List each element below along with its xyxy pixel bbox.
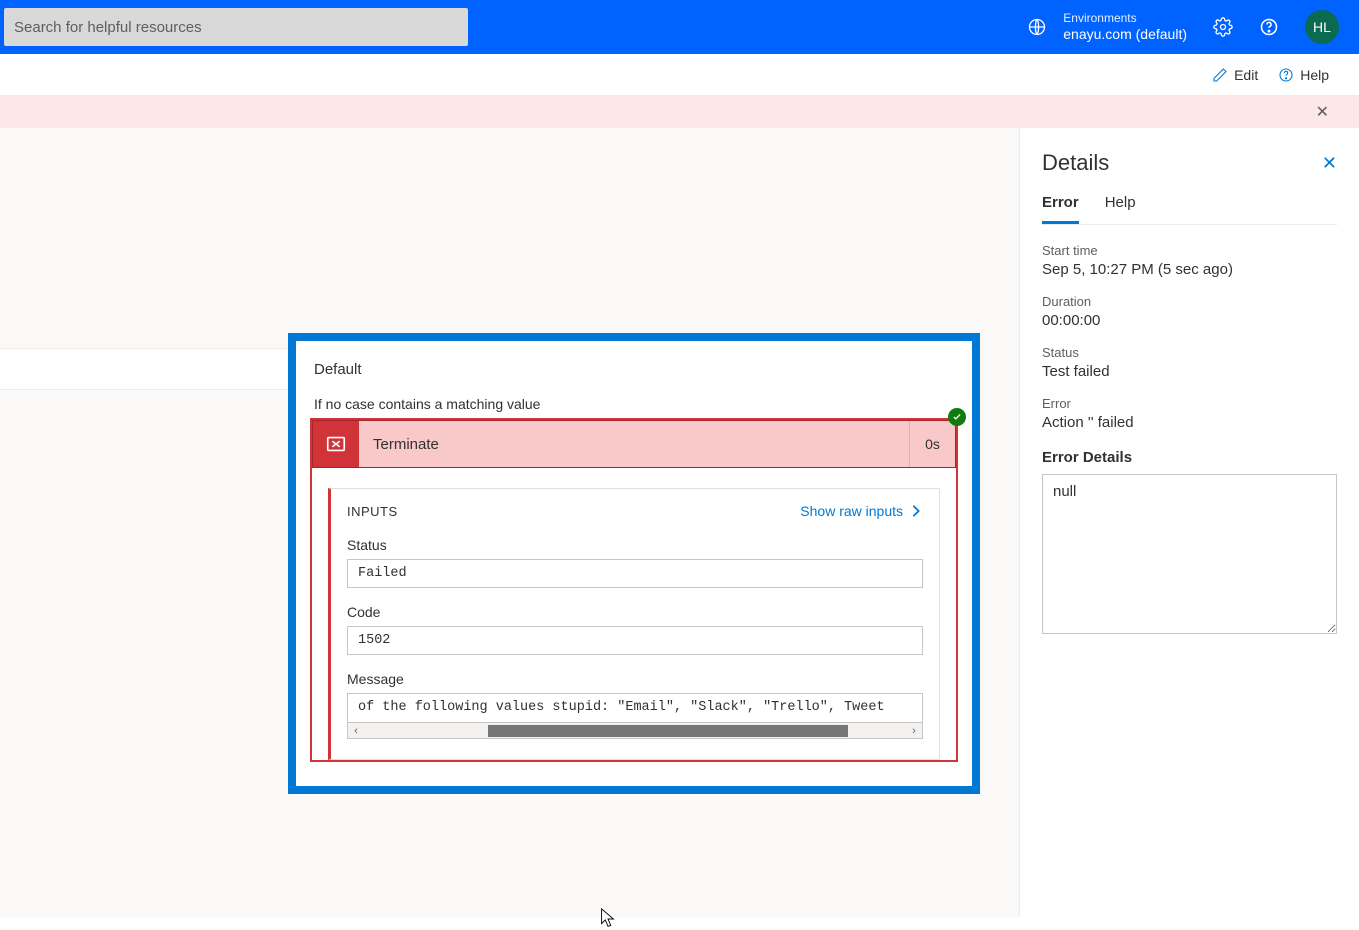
- command-bar: Edit Help: [0, 54, 1359, 96]
- edit-button[interactable]: Edit: [1212, 67, 1258, 83]
- search-container: [4, 8, 468, 46]
- terminate-title: Terminate: [359, 421, 909, 467]
- message-field-label: Message: [347, 671, 923, 687]
- environment-label: Environments: [1063, 11, 1187, 25]
- help-label: Help: [1300, 67, 1329, 83]
- error-ribbon: ✕: [0, 96, 1359, 128]
- terminate-duration: 0s: [909, 421, 955, 467]
- error-label: Error: [1042, 396, 1337, 411]
- start-time-value: Sep 5, 10:27 PM (5 sec ago): [1042, 261, 1337, 278]
- terminate-icon: [313, 421, 359, 467]
- terminate-header[interactable]: Terminate 0s: [312, 420, 956, 468]
- inputs-label: INPUTS: [347, 504, 398, 519]
- details-tabs: Error Help: [1042, 194, 1337, 225]
- error-value: Action '' failed: [1042, 414, 1337, 431]
- error-details-box[interactable]: null: [1042, 474, 1337, 634]
- run-status-label: Status: [1042, 345, 1337, 360]
- case-subtitle: If no case contains a matching value: [314, 396, 954, 412]
- switch-default-case: Default If no case contains a matching v…: [288, 333, 980, 794]
- code-field-label: Code: [347, 604, 923, 620]
- code-field-value[interactable]: 1502: [347, 626, 923, 655]
- message-scrollbar[interactable]: ‹ ›: [347, 723, 923, 739]
- help-circle-icon: [1278, 67, 1294, 83]
- top-right-cluster: Environments enayu.com (default) HL: [1027, 10, 1339, 44]
- pencil-icon: [1212, 67, 1228, 83]
- edit-label: Edit: [1234, 67, 1258, 83]
- error-details-label: Error Details: [1042, 449, 1337, 466]
- message-field-value[interactable]: of the following values stupid: "Email",…: [347, 693, 923, 723]
- show-raw-inputs-link[interactable]: Show raw inputs: [800, 503, 923, 519]
- duration-value: 00:00:00: [1042, 312, 1337, 329]
- run-status-value: Test failed: [1042, 363, 1337, 380]
- details-title: Details: [1042, 150, 1109, 176]
- success-badge-icon: [948, 408, 966, 426]
- raw-inputs-text: Show raw inputs: [800, 503, 903, 519]
- main-area: Default If no case contains a matching v…: [0, 128, 1359, 917]
- tab-help[interactable]: Help: [1105, 194, 1136, 224]
- settings-icon[interactable]: [1213, 17, 1233, 37]
- chevron-right-icon: [909, 504, 923, 518]
- environment-value: enayu.com (default): [1063, 26, 1187, 43]
- environment-text: Environments enayu.com (default): [1063, 11, 1187, 42]
- flow-canvas[interactable]: Default If no case contains a matching v…: [0, 128, 1019, 917]
- scrollbar-thumb[interactable]: [488, 725, 848, 737]
- mouse-cursor-icon: [600, 908, 616, 930]
- close-ribbon-icon[interactable]: ✕: [1316, 102, 1329, 122]
- details-pane: Details ✕ Error Help Start time Sep 5, 1…: [1019, 128, 1359, 917]
- status-field-value[interactable]: Failed: [347, 559, 923, 588]
- case-title: Default: [314, 361, 954, 378]
- avatar[interactable]: HL: [1305, 10, 1339, 44]
- globe-icon: [1027, 17, 1047, 37]
- start-time-label: Start time: [1042, 243, 1337, 258]
- close-details-icon[interactable]: ✕: [1322, 153, 1337, 174]
- scroll-left-icon[interactable]: ‹: [348, 725, 364, 737]
- status-field-label: Status: [347, 537, 923, 553]
- top-bar: Environments enayu.com (default) HL: [0, 0, 1359, 54]
- help-icon[interactable]: [1259, 17, 1279, 37]
- scroll-right-icon[interactable]: ›: [906, 725, 922, 737]
- tab-error[interactable]: Error: [1042, 194, 1079, 224]
- terminate-action[interactable]: Terminate 0s INPUTS Show raw inputs: [310, 418, 958, 762]
- inputs-panel: INPUTS Show raw inputs Status Failed Cod…: [328, 488, 940, 760]
- environment-picker[interactable]: Environments enayu.com (default): [1027, 11, 1187, 42]
- duration-label: Duration: [1042, 294, 1337, 309]
- search-input[interactable]: [14, 19, 458, 36]
- help-button[interactable]: Help: [1278, 67, 1329, 83]
